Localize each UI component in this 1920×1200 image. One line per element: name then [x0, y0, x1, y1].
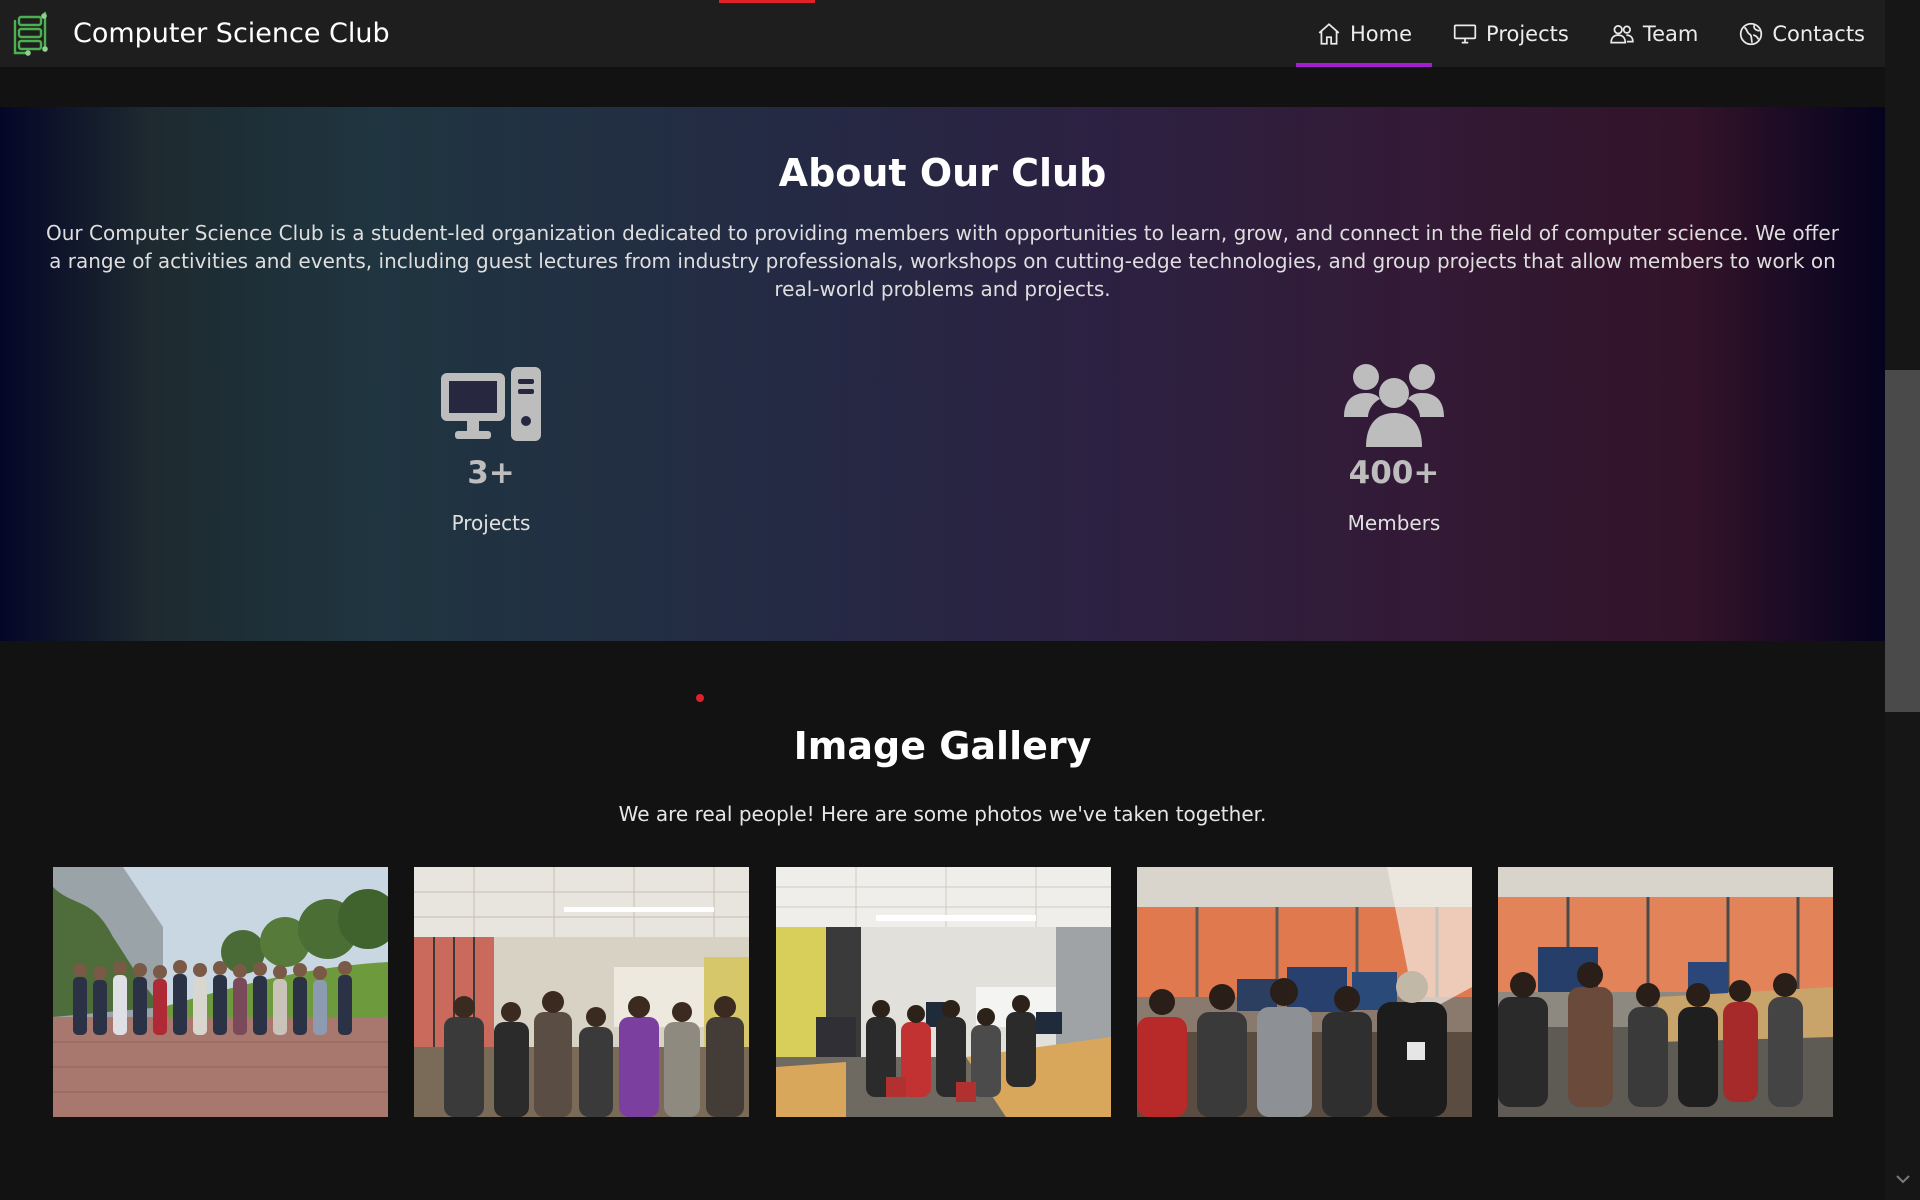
classroom-meeting-photo — [414, 867, 749, 1117]
nav-team[interactable]: Team — [1589, 0, 1719, 67]
users-group-icon — [1344, 364, 1444, 447]
globe-icon — [1740, 22, 1763, 45]
red-dot-marker — [696, 694, 704, 702]
gallery-photo-lab-session[interactable] — [776, 867, 1111, 1117]
nav-projects[interactable]: Projects — [1432, 0, 1589, 67]
chevron-down-icon[interactable] — [1894, 1170, 1912, 1188]
stat-projects-value: 3+ — [467, 455, 515, 491]
nav-projects-label: Projects — [1486, 21, 1569, 46]
lab-session-photo — [776, 867, 1111, 1117]
gallery-photo-computer-lab[interactable] — [1498, 867, 1833, 1117]
club-logo-icon[interactable] — [11, 9, 51, 57]
people-icon — [1610, 24, 1634, 44]
students-at-computers-photo — [1137, 867, 1472, 1117]
nav-team-label: Team — [1642, 21, 1699, 46]
stat-members: 400+ Members — [1284, 359, 1504, 535]
gallery-photo-students-at-computers[interactable] — [1137, 867, 1472, 1117]
desktop-computer-icon — [441, 367, 541, 441]
stat-members-value: 400+ — [1348, 455, 1440, 491]
top-red-indicator — [719, 0, 815, 3]
gallery-title: Image Gallery — [793, 724, 1092, 768]
home-icon — [1318, 22, 1340, 45]
brand-title[interactable]: Computer Science Club — [73, 18, 390, 49]
about-title: About Our Club — [778, 151, 1107, 195]
main-nav: Home Projects Team Contacts — [1296, 0, 1885, 67]
stat-projects: 3+ Projects — [381, 359, 601, 535]
about-section: About Our Club Our Computer Science Club… — [0, 107, 1885, 641]
nav-contacts-label: Contacts — [1772, 21, 1865, 46]
navbar: Computer Science Club Home Projects Team… — [0, 0, 1885, 67]
monitor-icon — [1453, 23, 1477, 44]
gallery-photo-group-outdoors[interactable] — [53, 867, 388, 1117]
computer-lab-photo — [1498, 867, 1833, 1117]
nav-contacts[interactable]: Contacts — [1718, 0, 1885, 67]
about-description: Our Computer Science Club is a student-l… — [46, 221, 1839, 301]
nav-home-label: Home — [1350, 21, 1413, 46]
group-photo-outdoors — [53, 867, 388, 1117]
nav-home[interactable]: Home — [1296, 0, 1433, 67]
stat-projects-label: Projects — [451, 511, 531, 535]
gallery-subtitle: We are real people! Here are some photos… — [618, 802, 1267, 826]
gallery-photo-classroom-meeting[interactable] — [414, 867, 749, 1117]
scrollbar-thumb[interactable] — [1885, 370, 1920, 712]
stat-members-label: Members — [1347, 511, 1441, 535]
